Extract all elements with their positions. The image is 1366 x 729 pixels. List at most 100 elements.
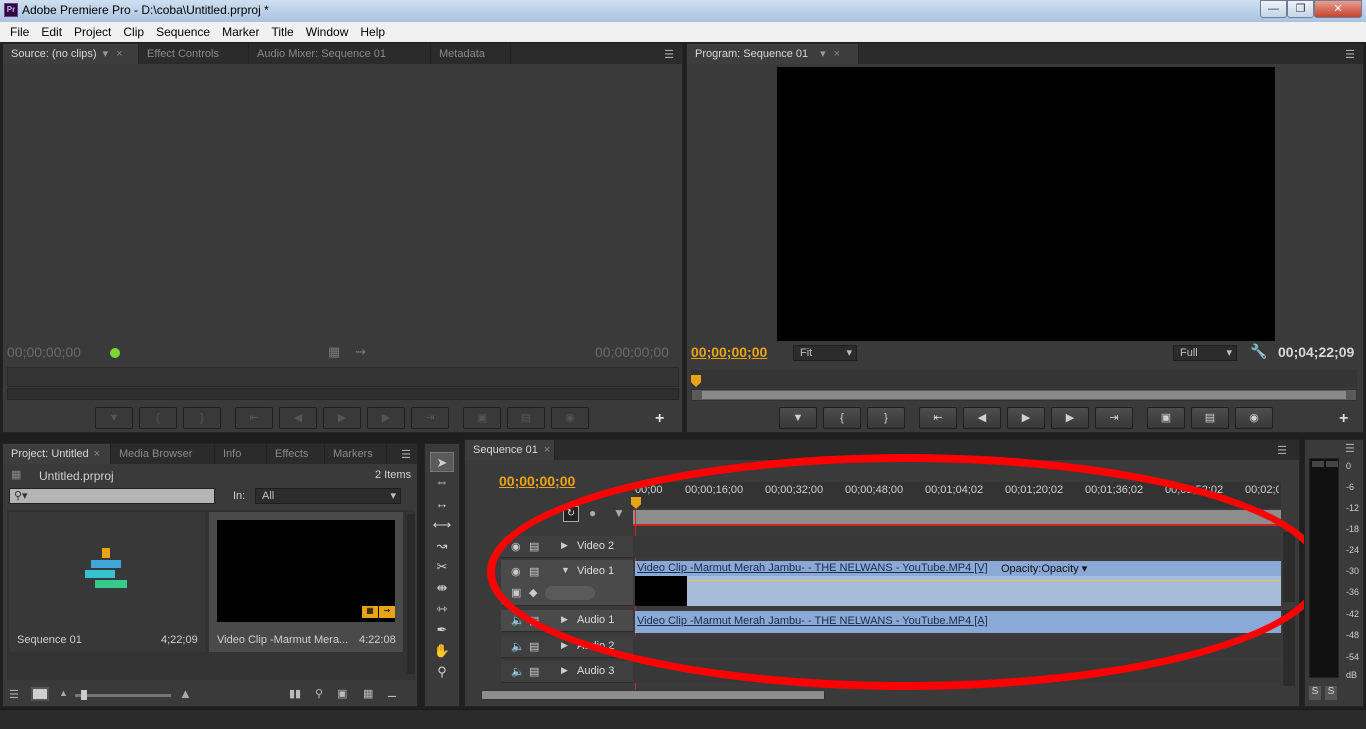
new-bin-icon[interactable]: ▣ <box>337 687 347 700</box>
menu-sequence[interactable]: Sequence <box>150 25 216 39</box>
menu-help[interactable]: Help <box>354 25 391 39</box>
program-video-display[interactable] <box>777 67 1275 341</box>
zoom-out-icon[interactable]: ▲ <box>59 688 68 698</box>
wrench-settings-icon[interactable]: 🔧 <box>1250 343 1267 360</box>
program-step-back-button[interactable]: ◀ <box>963 407 1001 429</box>
tab-program[interactable]: Program: Sequence 01 ▾ × <box>687 44 859 64</box>
expand-track-icon[interactable]: ▶ <box>561 665 568 676</box>
source-marker-button[interactable]: ▼ <box>95 407 133 429</box>
solo-right-button[interactable]: S <box>1325 686 1337 700</box>
track-video-2[interactable] <box>633 536 1281 558</box>
slip-tool-icon[interactable]: ⇼ <box>430 578 454 598</box>
project-search-input[interactable]: ⚲▾ <box>9 488 215 504</box>
program-time-ruler[interactable] <box>691 370 1357 388</box>
razor-tool-icon[interactable]: ✂ <box>430 557 454 577</box>
trash-icon[interactable]: ⚊ <box>387 687 397 700</box>
add-button-icon[interactable]: + <box>655 410 664 428</box>
video-tracks-scrollbar[interactable] <box>1283 532 1295 602</box>
in-filter-dropdown[interactable]: All ▾ <box>255 488 401 504</box>
icon-view-icon[interactable] <box>31 687 49 701</box>
scrollbar-thumb[interactable] <box>702 391 1346 399</box>
track-header-audio-2[interactable]: 🔈 ▤ ▶ Audio 2 <box>501 636 633 658</box>
program-current-timecode[interactable]: 00;00;00;00 <box>691 344 767 360</box>
menu-edit[interactable]: Edit <box>35 25 68 39</box>
automate-sequence-icon[interactable]: ▮▮ <box>289 687 301 700</box>
source-zoom-scrollbar[interactable] <box>7 388 679 400</box>
program-mark-out-button[interactable]: } <box>867 407 905 429</box>
source-mark-out-button[interactable]: } <box>183 407 221 429</box>
track-header-audio-3[interactable]: 🔈 ▤ ▶ Audio 3 <box>501 661 633 683</box>
quality-dropdown[interactable]: Full ▾ <box>1173 345 1237 361</box>
zoom-fit-dropdown[interactable]: Fit ▾ <box>793 345 857 361</box>
slider-handle[interactable] <box>81 690 87 700</box>
source-overwrite-button[interactable]: ▤ <box>507 407 545 429</box>
display-style-icon[interactable]: ▣ <box>511 586 521 599</box>
lock-icon[interactable]: ▤ <box>529 640 539 653</box>
lock-icon[interactable]: ▤ <box>529 665 539 678</box>
minimize-button[interactable]: — <box>1260 0 1287 18</box>
rolling-edit-tool-icon[interactable]: ⟷ <box>430 515 454 535</box>
tab-project[interactable]: Project: Untitled × <box>3 444 111 464</box>
thumbnail-size-slider[interactable] <box>75 694 171 697</box>
speaker-icon[interactable]: 🔈 <box>511 665 525 678</box>
add-marker-icon[interactable]: ● <box>589 506 596 520</box>
track-select-tool-icon[interactable]: ⇔ <box>430 472 454 492</box>
source-play-button[interactable]: ▶ <box>323 407 361 429</box>
marker-icon[interactable]: ▼ <box>613 506 625 520</box>
add-button-icon[interactable]: + <box>1339 410 1348 428</box>
track-audio-3[interactable] <box>633 661 1281 683</box>
menu-title[interactable]: Title <box>265 25 299 39</box>
lock-icon[interactable]: ▤ <box>529 614 539 627</box>
menu-clip[interactable]: Clip <box>117 25 150 39</box>
maximize-button[interactable]: ❐ <box>1287 0 1314 18</box>
source-export-frame-button[interactable]: ◉ <box>551 407 589 429</box>
lock-icon[interactable]: ▤ <box>529 565 539 578</box>
source-step-back-button[interactable]: ◀ <box>279 407 317 429</box>
tab-effect-controls[interactable]: Effect Controls <box>139 44 249 64</box>
program-goto-out-button[interactable]: ⇥ <box>1095 407 1133 429</box>
tab-audio-mixer[interactable]: Audio Mixer: Sequence 01 <box>249 44 431 64</box>
expand-track-icon[interactable]: ▶ <box>561 614 568 625</box>
panel-menu-icon[interactable]: ☰ <box>664 48 674 61</box>
expand-track-icon[interactable]: ▶ <box>561 640 568 651</box>
timeline-ruler[interactable]: 00;00 00;00;16;00 00;00;32;00 00;00;48;0… <box>633 482 1281 508</box>
program-play-button[interactable]: ▶ <box>1007 407 1045 429</box>
bin-scrollbar[interactable] <box>407 514 415 674</box>
pen-tool-icon[interactable]: ✒ <box>430 620 454 640</box>
zoom-in-icon[interactable]: ▲ <box>179 686 192 701</box>
solo-left-button[interactable]: S <box>1309 686 1321 700</box>
opacity-dropdown[interactable]: Opacity:Opacity ▾ <box>997 561 1092 576</box>
source-mark-in-button[interactable]: { <box>139 407 177 429</box>
track-header-audio-1[interactable]: 🔈 ▤ ▶ Audio 1 <box>501 610 633 632</box>
close-button[interactable]: ✕ <box>1314 0 1362 18</box>
collapse-track-icon[interactable]: ▼ <box>561 565 570 575</box>
keyframe-icon[interactable]: ◆ <box>529 586 537 599</box>
source-goto-in-button[interactable]: ⇤ <box>235 407 273 429</box>
speaker-icon[interactable]: 🔈 <box>511 614 525 627</box>
program-mark-in-button[interactable]: { <box>823 407 861 429</box>
source-insert-button[interactable]: ▣ <box>463 407 501 429</box>
panel-menu-icon[interactable]: ☰ <box>1345 48 1355 61</box>
find-icon[interactable]: ⚲ <box>315 687 323 700</box>
opacity-line[interactable] <box>687 580 1281 581</box>
program-marker-button[interactable]: ▼ <box>779 407 817 429</box>
project-item-sequence[interactable]: Sequence 01 4;22;09 <box>9 512 205 652</box>
menu-file[interactable]: File <box>4 25 35 39</box>
list-view-icon[interactable]: ☰ <box>9 688 19 701</box>
source-step-forward-button[interactable]: ▶ <box>367 407 405 429</box>
audio-clip[interactable]: Video Clip -Marmut Merah Jambu- - THE NE… <box>635 611 1281 633</box>
tab-markers[interactable]: Markers <box>325 444 387 464</box>
source-timecode-in[interactable]: 00;00;00;00 <box>7 344 81 360</box>
program-step-forward-button[interactable]: ▶ <box>1051 407 1089 429</box>
timeline-horizontal-scrollbar[interactable] <box>481 690 825 700</box>
program-lift-button[interactable]: ▣ <box>1147 407 1185 429</box>
slide-tool-icon[interactable]: ⇿ <box>430 599 454 619</box>
work-area-bar[interactable] <box>633 510 1281 524</box>
menu-window[interactable]: Window <box>300 25 355 39</box>
track-header-video-1[interactable]: ◉ ▤ ▼ Video 1 ▣ ◆ <box>501 560 633 606</box>
lock-icon[interactable]: ▤ <box>529 540 539 553</box>
audio-tracks-scrollbar[interactable] <box>1283 610 1295 686</box>
source-goto-out-button[interactable]: ⇥ <box>411 407 449 429</box>
drag-audio-icon[interactable]: ⇝ <box>355 344 366 360</box>
new-item-icon[interactable]: ▦ <box>363 687 373 700</box>
